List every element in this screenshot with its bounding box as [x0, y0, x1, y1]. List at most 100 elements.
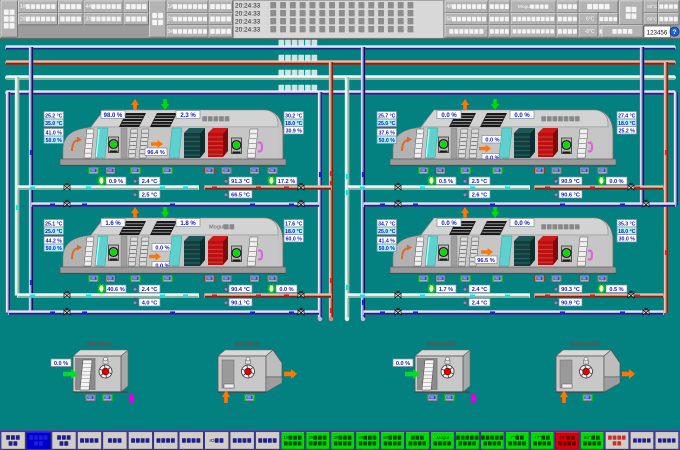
svg-text:1.6 %: 1.6 % — [105, 221, 121, 227]
svg-text:88: 88 — [421, 169, 425, 173]
svg-text:20:24:33: 20:24:33 — [235, 11, 261, 18]
svg-text:0.0 %: 0.0 % — [155, 245, 169, 251]
svg-text:20:24:33: 20:24:33 — [235, 3, 261, 10]
svg-text:0.5 %: 0.5 % — [439, 179, 453, 185]
svg-text:96.4 %: 96.4 % — [147, 150, 164, 156]
svg-text:2.5 °C: 2.5 °C — [472, 179, 488, 185]
svg-text:96.5 %: 96.5 % — [477, 258, 494, 264]
svg-text:25.7 °C: 25.7 °C — [378, 113, 396, 119]
svg-text:50.0 %: 50.0 % — [379, 138, 396, 144]
svg-text:27.4 °C: 27.4 °C — [618, 113, 636, 119]
svg-text:88: 88 — [421, 277, 425, 281]
svg-text:90.6 °C: 90.6 °C — [561, 192, 580, 198]
svg-text:0.0 %: 0.0 % — [514, 113, 530, 119]
svg-text:2.4 °C: 2.4 °C — [142, 179, 158, 185]
svg-text:123456: 123456 — [647, 30, 668, 37]
svg-text:88: 88 — [463, 277, 467, 281]
svg-text:17.6 °C: 17.6 °C — [285, 221, 303, 227]
svg-text:90.9 °C: 90.9 °C — [561, 179, 580, 185]
svg-text:88: 88 — [582, 277, 586, 281]
svg-text:88: 88 — [224, 169, 228, 173]
svg-text:88: 88 — [430, 396, 434, 400]
svg-text:25.1 °C: 25.1 °C — [45, 221, 63, 227]
svg-text:88: 88 — [438, 277, 442, 281]
svg-text:88: 88 — [91, 277, 95, 281]
svg-text:88: 88 — [105, 396, 109, 400]
svg-text:4#: 4# — [446, 4, 452, 10]
svg-text:5#: 5# — [383, 435, 389, 440]
svg-text:25.0 °C: 25.0 °C — [378, 121, 396, 127]
svg-text:88: 88 — [165, 277, 169, 281]
svg-text:88: 88 — [582, 169, 586, 173]
svg-text:90.1 °C: 90.1 °C — [231, 300, 250, 306]
svg-text:17.2 %: 17.2 % — [278, 179, 295, 185]
svg-text:88: 88 — [270, 277, 274, 281]
svg-text:1.8 %: 1.8 % — [180, 221, 196, 227]
svg-text:30.2 °C: 30.2 °C — [285, 113, 303, 119]
svg-text:88: 88 — [207, 169, 211, 173]
svg-text:0.0 %: 0.0 % — [441, 113, 457, 119]
svg-text:41.0 %: 41.0 % — [46, 130, 63, 136]
svg-text:0.9 %: 0.9 % — [109, 179, 123, 185]
svg-text:50.0 %: 50.0 % — [46, 138, 63, 144]
svg-text:88: 88 — [447, 396, 451, 400]
svg-text:3#: 3# — [86, 17, 92, 23]
svg-text:60.0 %: 60.0 % — [286, 236, 303, 242]
svg-text:88: 88 — [108, 277, 112, 281]
svg-text:0.0 %: 0.0 % — [485, 137, 499, 143]
svg-text:-6°C: -6°C — [585, 29, 595, 35]
svg-text:4.0 °C: 4.0 °C — [142, 300, 158, 306]
svg-text:35.3 °C: 35.3 °C — [618, 221, 636, 227]
svg-text:90.3 °C: 90.3 °C — [561, 287, 580, 293]
svg-text:3#: 3# — [333, 435, 339, 440]
svg-text:18.0 °C: 18.0 °C — [285, 121, 303, 127]
svg-text:25.0 °C: 25.0 °C — [45, 229, 63, 235]
svg-text:5#: 5# — [446, 17, 452, 23]
svg-text:88: 88 — [270, 169, 274, 173]
svg-text:34.7 °C: 34.7 °C — [378, 221, 396, 227]
svg-text:88: 88 — [108, 169, 112, 173]
svg-text:2.5 °C: 2.5 °C — [142, 192, 158, 198]
svg-text:3#: 3# — [167, 29, 173, 35]
svg-text:2#: 2# — [167, 17, 173, 23]
svg-text:66.5 °C: 66.5 °C — [231, 192, 250, 198]
svg-text:44.2 %: 44.2 % — [46, 238, 63, 244]
svg-text:0.0 %: 0.0 % — [441, 221, 457, 227]
svg-text:88: 88 — [585, 396, 589, 400]
svg-text:88: 88 — [91, 169, 95, 173]
svg-text:30.0 %: 30.0 % — [619, 236, 636, 242]
svg-text:40.6 %: 40.6 % — [107, 287, 124, 293]
svg-text:0.0 %: 0.0 % — [396, 361, 410, 367]
svg-text:1#: 1# — [20, 4, 26, 10]
svg-text:0.0 %: 0.0 % — [514, 221, 530, 227]
svg-text:88: 88 — [495, 277, 499, 281]
svg-text:41.4 %: 41.4 % — [379, 238, 396, 244]
svg-text:88: 88 — [537, 169, 541, 173]
svg-text:25.2 %: 25.2 % — [619, 128, 636, 134]
svg-text:90.9 °C: 90.9 °C — [561, 300, 580, 306]
svg-text:88: 88 — [252, 277, 256, 281]
svg-text:2.4 °C: 2.4 °C — [142, 287, 158, 293]
svg-text:88: 88 — [554, 277, 558, 281]
svg-text:0.5 %: 0.5 % — [609, 287, 623, 293]
svg-text:4#: 4# — [86, 4, 92, 10]
svg-text:88: 88 — [495, 169, 499, 173]
svg-text:4#: 4# — [358, 435, 364, 440]
svg-text:88: 88 — [224, 277, 228, 281]
svg-text:88: 88 — [600, 169, 604, 173]
svg-text:2.4 °C: 2.4 °C — [472, 287, 488, 293]
svg-text:0.0 %: 0.0 % — [609, 179, 623, 185]
svg-text:2.4 °C: 2.4 °C — [472, 300, 488, 306]
svg-text:2#: 2# — [308, 435, 314, 440]
svg-text:88: 88 — [207, 277, 211, 281]
svg-text:1#: 1# — [284, 435, 290, 440]
svg-text:25.2 °C: 25.2 °C — [45, 113, 63, 119]
svg-text:20:24:33: 20:24:33 — [235, 19, 261, 26]
svg-text:88: 88 — [463, 169, 467, 173]
svg-text:0.0 %: 0.0 % — [54, 361, 68, 367]
svg-text:88: 88 — [165, 169, 169, 173]
svg-text:18.0 °C: 18.0 °C — [618, 121, 636, 127]
svg-text:50.0 %: 50.0 % — [46, 246, 63, 252]
svg-text:37.6 %: 37.6 % — [379, 130, 396, 136]
svg-text:Mogul: Mogul — [437, 435, 450, 440]
